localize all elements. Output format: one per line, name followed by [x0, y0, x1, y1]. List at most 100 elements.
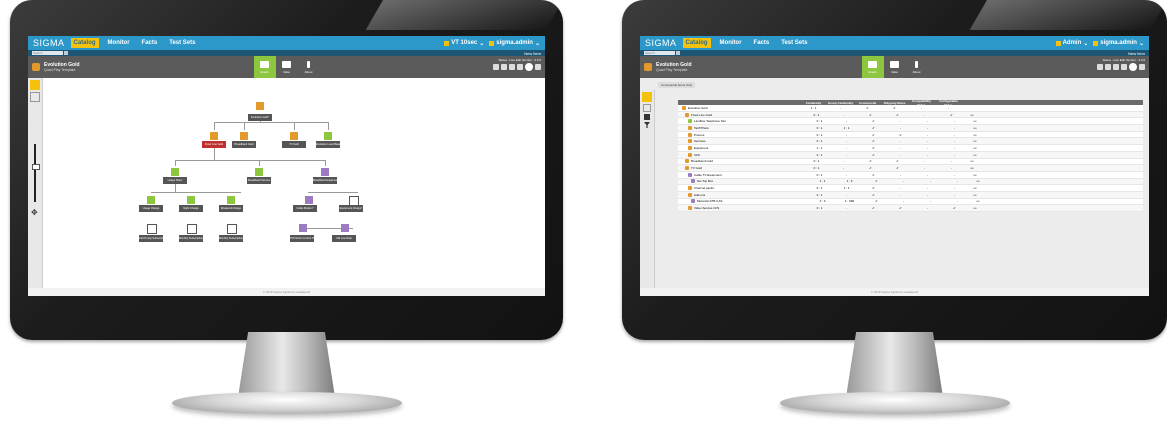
- table-row[interactable]: Set Top Box 1 : 1 1 : 3 ✔ - - - •••: [678, 178, 1143, 186]
- row-more-icon[interactable]: •••: [965, 166, 979, 170]
- item-type-icon: [688, 152, 692, 157]
- tab-data[interactable]: Data: [884, 56, 906, 78]
- row-more-icon[interactable]: •••: [968, 193, 982, 197]
- graph-node[interactable]: Broadband Equipment: [313, 177, 337, 184]
- graph-node[interactable]: TV Gold: [282, 141, 306, 148]
- nav-catalog[interactable]: Catalog: [70, 38, 99, 48]
- table-row[interactable]: Motorola STB CAS 2 : 3 1 : 999 ✔ - - - •••: [678, 198, 1143, 206]
- tab-about[interactable]: About: [298, 56, 320, 78]
- table-row[interactable]: Equipment 1 : 1 - ✔ - - - •••: [678, 145, 1143, 152]
- graph-node[interactable]: Evolution Level Based Discount: [316, 141, 340, 148]
- tab-graph[interactable]: Graph: [253, 56, 276, 78]
- row-more-icon[interactable]: •••: [971, 199, 985, 203]
- table-row[interactable]: Evolution Gold 1 : 1 - ✔ ✔ - -: [678, 105, 1143, 112]
- minus-icon[interactable]: [517, 64, 523, 70]
- table-row[interactable]: VAS 0 : 1 - ✔ - - - •••: [678, 151, 1143, 159]
- environment-menu[interactable]: VT 10sec ⌄: [444, 40, 484, 47]
- tab-about[interactable]: About: [906, 56, 928, 78]
- export-icon[interactable]: [1113, 64, 1119, 70]
- nav-test-sets[interactable]: Test Sets: [166, 38, 198, 48]
- graph-node[interactable]: Usage Plans: [163, 177, 187, 184]
- list-icon[interactable]: [642, 92, 652, 102]
- table-row[interactable]: Channel packs 0 : 1 1 : 1 ✔ - - - •••: [678, 185, 1143, 192]
- table-row[interactable]: Video Service CFS 0 : 1 - ✔ ✔ - ✔ •••: [678, 205, 1143, 212]
- row-more-icon[interactable]: •••: [965, 159, 979, 163]
- user-menu[interactable]: sigma.admin ⌄: [489, 40, 540, 47]
- row-more-icon[interactable]: •••: [968, 126, 982, 130]
- filter-tag[interactable]: Commercial Items Only: [658, 82, 696, 88]
- info-icon: [915, 60, 918, 68]
- table-row[interactable]: Promos 0 : 1 - ✔ ✔ - - •••: [678, 131, 1143, 139]
- edit-icon[interactable]: [535, 64, 541, 70]
- row-more-icon[interactable]: •••: [968, 133, 982, 137]
- graph-node[interactable]: Monthly Subscription Charge*: [179, 235, 203, 242]
- graph-node[interactable]: Monthly Subscription Charge*: [219, 235, 243, 242]
- row-more-icon[interactable]: •••: [968, 206, 982, 210]
- row-more-icon[interactable]: •••: [968, 139, 982, 143]
- delete-icon[interactable]: [1097, 64, 1103, 70]
- zoom-handle[interactable]: [32, 164, 40, 170]
- graph-node[interactable]: Broadband Gold: [232, 141, 256, 148]
- nav-test-sets[interactable]: Test Sets: [778, 38, 810, 48]
- row-more-icon[interactable]: •••: [968, 146, 982, 150]
- zoom-slider[interactable]: [34, 144, 36, 202]
- search-icon[interactable]: [676, 51, 680, 55]
- tab-graph[interactable]: Graph: [861, 56, 884, 78]
- graph-node[interactable]: CM Low Rate: [332, 235, 356, 242]
- graph-node[interactable]: TM Nimbo Control TSV: [290, 235, 314, 242]
- graph-node[interactable]: Night Charge: [179, 205, 203, 212]
- table-row[interactable]: Landline Telephone Sim 0 : 1 - ✔ - - - •••: [678, 118, 1143, 126]
- nav-facts[interactable]: Facts: [751, 38, 773, 48]
- row-more-icon[interactable]: •••: [968, 119, 982, 123]
- filter-icon[interactable]: [644, 122, 650, 128]
- table-row[interactable]: Services 0 : 1 - ✔ - - - •••: [678, 138, 1143, 146]
- graph-node[interactable]: Cable Modem*: [293, 205, 317, 212]
- graph-node[interactable]: Equipment Charge*: [339, 205, 363, 212]
- new-item-button[interactable]: New Item: [1128, 51, 1145, 56]
- export-icon[interactable]: [509, 64, 515, 70]
- table-row[interactable]: Fixed Line Gold 0 : 1 - ✔ ✔ - ✔ •••: [678, 111, 1143, 119]
- user-menu[interactable]: sigma.admin ⌄: [1093, 40, 1144, 47]
- search-input[interactable]: Search: [644, 51, 675, 55]
- list-icon[interactable]: [30, 92, 40, 102]
- graph-node[interactable]: Evolution Gold*: [248, 114, 272, 121]
- environment-menu[interactable]: Admin ⌄: [1055, 40, 1088, 47]
- copy-icon[interactable]: [501, 64, 507, 70]
- cell-ship: -: [903, 179, 904, 184]
- new-item-button[interactable]: New Item: [524, 51, 541, 56]
- search-icon[interactable]: [64, 51, 68, 55]
- row-more-icon[interactable]: •••: [971, 179, 985, 183]
- table-row[interactable]: Broadband Gold 0 : 1 - ✔ ✔ - - •••: [678, 158, 1143, 166]
- nav-monitor[interactable]: Monitor: [105, 38, 133, 48]
- nav-facts[interactable]: Facts: [139, 38, 161, 48]
- table-row[interactable]: Add-ons 0 : 1 - ✔ - - - •••: [678, 191, 1143, 199]
- nav-monitor[interactable]: Monitor: [717, 38, 745, 48]
- search-input[interactable]: Search: [32, 51, 63, 55]
- graph-node[interactable]: Usage Charge: [139, 205, 163, 212]
- table-row[interactable]: Cable TV Equipment 0 : 1 - ✔ - - - •••: [678, 171, 1143, 179]
- graph-node[interactable]: Weekend Charge: [219, 205, 243, 212]
- copy-icon[interactable]: [1105, 64, 1111, 70]
- toggle-icon[interactable]: [525, 63, 533, 71]
- edit-icon[interactable]: [1139, 64, 1145, 70]
- tab-data[interactable]: Data: [276, 56, 298, 78]
- minus-icon[interactable]: [1121, 64, 1127, 70]
- hierarchy-icon[interactable]: [30, 80, 40, 90]
- table-row[interactable]: TV Gold 0 : 1 - ✔ ✔ - - •••: [678, 165, 1143, 172]
- edit-icon[interactable]: [644, 114, 650, 120]
- delete-icon[interactable]: [493, 64, 499, 70]
- cell-conf: -: [954, 132, 955, 137]
- graph-node[interactable]: Broadband Service: [247, 177, 271, 184]
- graph-node[interactable]: Call Timely Subscription Charge*: [139, 235, 163, 242]
- row-more-icon[interactable]: •••: [968, 173, 982, 177]
- nav-catalog[interactable]: Catalog: [682, 38, 711, 48]
- row-more-icon[interactable]: •••: [968, 186, 982, 190]
- pan-icon[interactable]: ✥: [31, 208, 38, 217]
- add-icon[interactable]: [643, 104, 651, 112]
- row-more-icon[interactable]: •••: [968, 153, 982, 157]
- row-more-icon[interactable]: •••: [965, 113, 979, 117]
- toggle-icon[interactable]: [1129, 63, 1137, 71]
- graph-node-selected[interactable]: Fixed Line Gold: [202, 141, 226, 148]
- table-row[interactable]: Tariff Plans 0 : 1 1 : 1 ✔ - - - •••: [678, 125, 1143, 132]
- item-type-icon: [688, 192, 692, 197]
